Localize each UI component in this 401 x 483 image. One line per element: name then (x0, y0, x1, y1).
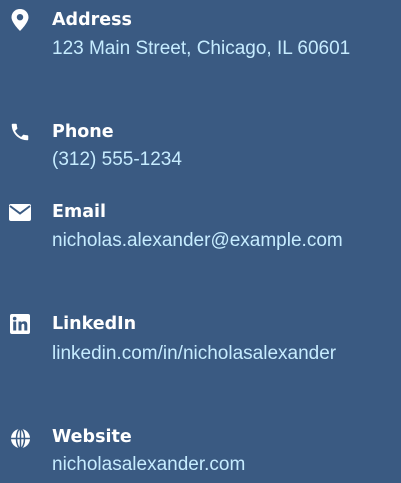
phone-icon (8, 120, 32, 144)
contact-value-address: 123 Main Street, Chicago, IL 60601 (52, 38, 351, 59)
map-marker-icon (8, 8, 32, 32)
contact-label-email: Email (52, 202, 106, 222)
globe-icon (8, 426, 32, 450)
envelope-icon (8, 200, 32, 224)
linkedin-icon (8, 312, 32, 336)
contact-value-email[interactable]: nicholas.alexander@example.com (52, 228, 392, 255)
contact-list: Address 123 Main Street, Chicago, IL 606… (0, 0, 401, 483)
contact-label-website: Website (52, 427, 132, 447)
contact-value-linkedin[interactable]: linkedin.com/in/nicholasalexander (52, 341, 392, 368)
contact-label-phone: Phone (52, 122, 114, 142)
contact-label-linkedin: LinkedIn (52, 314, 137, 334)
contact-value-website[interactable]: nicholasalexander.com (52, 452, 392, 479)
contact-label-address: Address (52, 10, 132, 30)
contact-value-phone: (312) 555-1234 (52, 149, 182, 170)
